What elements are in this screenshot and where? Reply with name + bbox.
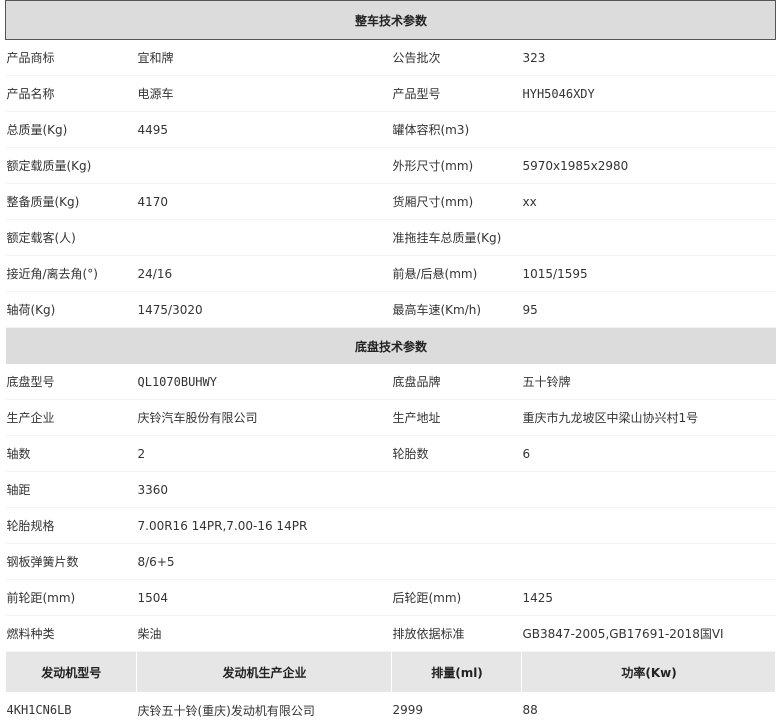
- param-label: [392, 472, 522, 508]
- engine-row: 4KH1CN6LB庆铃五十铃(重庆)发动机有限公司299988: [6, 692, 776, 728]
- param-value: [522, 508, 776, 544]
- section-header-chassis: 底盘技术参数: [6, 328, 776, 365]
- spec-table: 整车技术参数 产品商标宜和牌公告批次323产品名称电源车产品型号HYH5046X…: [5, 0, 776, 728]
- param-label: 生产地址: [392, 400, 522, 436]
- param-value: [137, 148, 392, 184]
- table-row: 燃料种类柴油排放依据标准GB3847-2005,GB17691-2018国VI: [6, 616, 776, 652]
- param-label: 外形尺寸(mm): [392, 148, 522, 184]
- param-value: 24/16: [137, 256, 392, 292]
- param-value: [522, 544, 776, 580]
- param-value: 2: [137, 436, 392, 472]
- param-value: 7.00R16 14PR,7.00-16 14PR: [137, 508, 392, 544]
- table-row: 前轮距(mm)1504后轮距(mm)1425: [6, 580, 776, 616]
- param-value: 4170: [137, 184, 392, 220]
- table-row: 总质量(Kg)4495罐体容积(m3): [6, 112, 776, 148]
- section-title: 底盘技术参数: [6, 328, 776, 365]
- param-value: 重庆市九龙坡区中梁山协兴村1号: [522, 400, 776, 436]
- param-label: 轮胎数: [392, 436, 522, 472]
- column-header: 排量(ml): [392, 652, 522, 693]
- column-header: 功率(Kw): [522, 652, 776, 693]
- param-label: 整备质量(Kg): [6, 184, 137, 220]
- param-label: 排放依据标准: [392, 616, 522, 652]
- param-label: 准拖挂车总质量(Kg): [392, 220, 522, 256]
- engine-cell: 4KH1CN6LB: [6, 692, 137, 728]
- param-value: [522, 112, 776, 148]
- table-row: 额定载客(人) 准拖挂车总质量(Kg): [6, 220, 776, 256]
- param-label: 轴荷(Kg): [6, 292, 137, 328]
- param-label: 燃料种类: [6, 616, 137, 652]
- column-header: 发动机型号: [6, 652, 137, 693]
- param-value: QL1070BUHWY: [137, 364, 392, 400]
- param-label: 轴距: [6, 472, 137, 508]
- param-value: 323: [522, 40, 776, 76]
- param-label: 前悬/后悬(mm): [392, 256, 522, 292]
- column-header: 发动机生产企业: [137, 652, 392, 693]
- param-value: 6: [522, 436, 776, 472]
- param-label: 总质量(Kg): [6, 112, 137, 148]
- table-row: 底盘型号QL1070BUHWY底盘品牌五十铃牌: [6, 364, 776, 400]
- engine-cell: 2999: [392, 692, 522, 728]
- param-label: 底盘品牌: [392, 364, 522, 400]
- table-row: 轴数2轮胎数6: [6, 436, 776, 472]
- param-value: 3360: [137, 472, 392, 508]
- param-label: [392, 544, 522, 580]
- param-value: HYH5046XDY: [522, 76, 776, 112]
- param-value: 8/6+5: [137, 544, 392, 580]
- table-row: 轴距3360: [6, 472, 776, 508]
- table-row: 产品商标宜和牌公告批次323: [6, 40, 776, 76]
- param-label: 底盘型号: [6, 364, 137, 400]
- param-value: 庆铃汽车股份有限公司: [137, 400, 392, 436]
- param-label: 产品名称: [6, 76, 137, 112]
- param-label: [392, 508, 522, 544]
- table-row: 轮胎规格7.00R16 14PR,7.00-16 14PR: [6, 508, 776, 544]
- param-label: 接近角/离去角(°): [6, 256, 137, 292]
- param-label: 钢板弹簧片数: [6, 544, 137, 580]
- param-label: 轴数: [6, 436, 137, 472]
- param-value: 五十铃牌: [522, 364, 776, 400]
- section-header-vehicle: 整车技术参数: [6, 1, 776, 40]
- param-label: 后轮距(mm): [392, 580, 522, 616]
- param-value: [137, 220, 392, 256]
- param-value: 宜和牌: [137, 40, 392, 76]
- table-row: 产品名称电源车产品型号HYH5046XDY: [6, 76, 776, 112]
- engine-header-row: 发动机型号发动机生产企业排量(ml)功率(Kw): [6, 652, 776, 693]
- table-row: 钢板弹簧片数8/6+5: [6, 544, 776, 580]
- table-row: 整备质量(Kg)4170货厢尺寸(mm)xx: [6, 184, 776, 220]
- param-value: GB3847-2005,GB17691-2018国VI: [522, 616, 776, 652]
- param-value: 1504: [137, 580, 392, 616]
- param-label: 货厢尺寸(mm): [392, 184, 522, 220]
- param-label: 生产企业: [6, 400, 137, 436]
- engine-cell: 庆铃五十铃(重庆)发动机有限公司: [137, 692, 392, 728]
- param-value: 4495: [137, 112, 392, 148]
- engine-cell: 88: [522, 692, 776, 728]
- table-row: 轴荷(Kg)1475/3020最高车速(Km/h)95: [6, 292, 776, 328]
- param-value: xx: [522, 184, 776, 220]
- param-label: 罐体容积(m3): [392, 112, 522, 148]
- param-value: [522, 220, 776, 256]
- param-label: 最高车速(Km/h): [392, 292, 522, 328]
- param-label: 产品型号: [392, 76, 522, 112]
- table-row: 接近角/离去角(°)24/16前悬/后悬(mm)1015/1595: [6, 256, 776, 292]
- param-label: 产品商标: [6, 40, 137, 76]
- param-value: 1475/3020: [137, 292, 392, 328]
- param-value: 1425: [522, 580, 776, 616]
- param-value: 1015/1595: [522, 256, 776, 292]
- param-value: [522, 472, 776, 508]
- param-value: 95: [522, 292, 776, 328]
- table-row: 额定载质量(Kg) 外形尺寸(mm)5970x1985x2980: [6, 148, 776, 184]
- param-label: 前轮距(mm): [6, 580, 137, 616]
- param-value: 柴油: [137, 616, 392, 652]
- param-label: 公告批次: [392, 40, 522, 76]
- section-title: 整车技术参数: [6, 1, 776, 40]
- param-label: 轮胎规格: [6, 508, 137, 544]
- param-value: 5970x1985x2980: [522, 148, 776, 184]
- param-value: 电源车: [137, 76, 392, 112]
- param-label: 额定载客(人): [6, 220, 137, 256]
- spec-table-body: 整车技术参数 产品商标宜和牌公告批次323产品名称电源车产品型号HYH5046X…: [6, 1, 776, 728]
- param-label: 额定载质量(Kg): [6, 148, 137, 184]
- table-row: 生产企业庆铃汽车股份有限公司生产地址重庆市九龙坡区中梁山协兴村1号: [6, 400, 776, 436]
